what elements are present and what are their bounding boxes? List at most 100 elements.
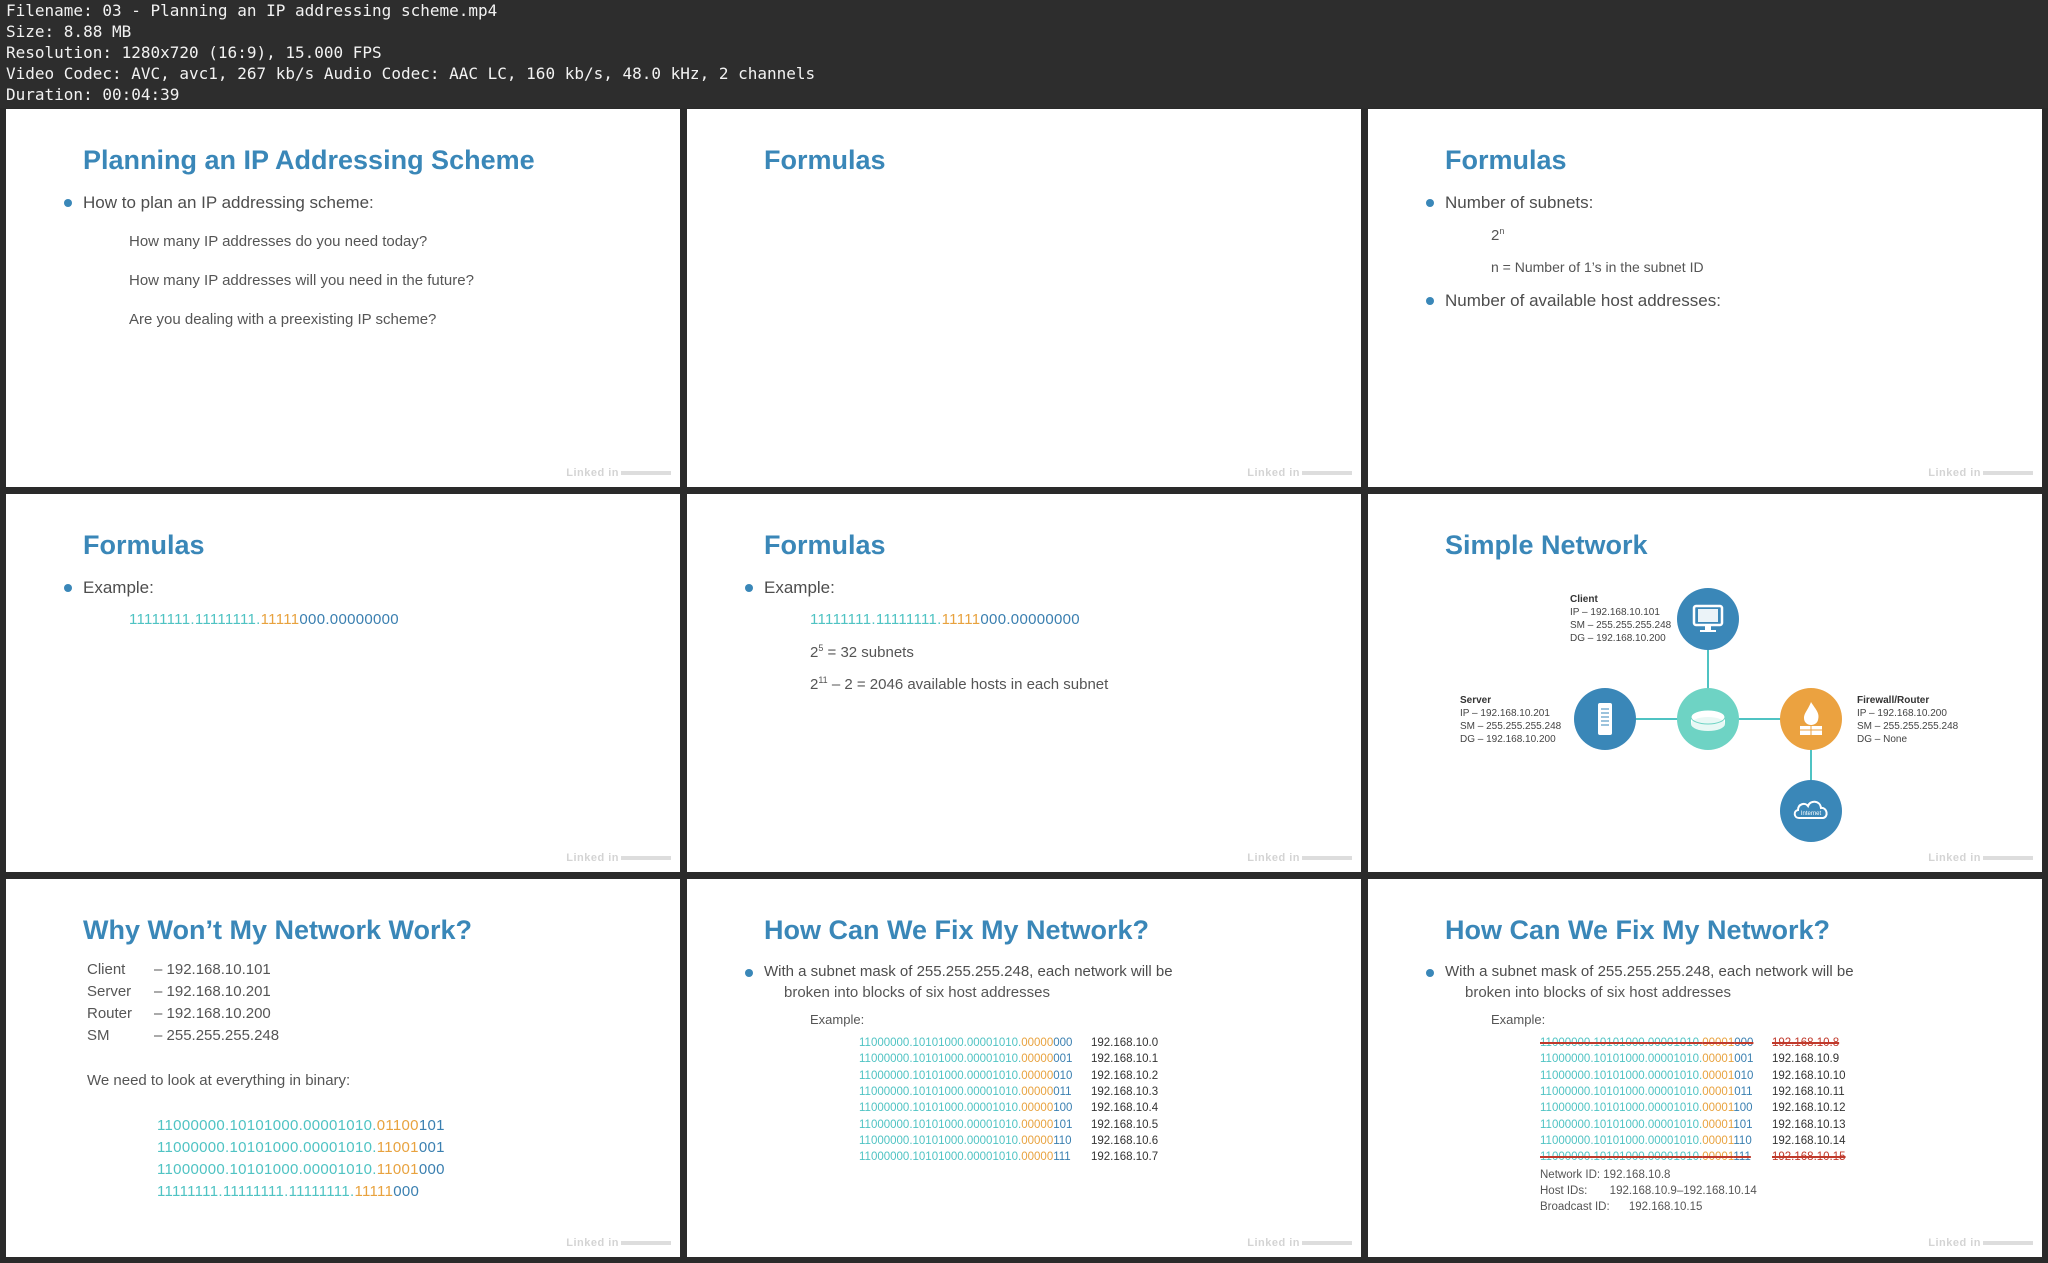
table-row: 11000000.10101000.00001010.00000100 192.1… [859, 1102, 1158, 1115]
bullet-text: With a subnet mask of 255.255.255.248, e… [1426, 963, 1854, 980]
codec-text: Video Codec: AVC, avc1, 267 kb/s Audio C… [6, 64, 816, 83]
slide-title: Formulas [1445, 145, 1567, 175]
slide-title: Why Won’t My Network Work? [83, 915, 473, 945]
thumbnail-3[interactable]: Formulas Number of subnets: 2n n = Numbe… [1368, 109, 2042, 487]
linkedin-logo: Linked in [566, 1237, 671, 1249]
size-text: Size: 8.88 MB [6, 22, 132, 41]
resolution-text: Resolution: 1280x720 (16:9), 15.000 FPS [6, 43, 382, 62]
linkedin-logo: Linked in [1928, 467, 2033, 479]
firewall-label: Firewall/Router IP – 192.168.10.200 SM – 2… [1857, 695, 1959, 745]
device-value: – 255.255.255.248 [154, 1027, 280, 1044]
table-row: 11000000.10101000.00001010.00001001 192.1… [1540, 1053, 1839, 1066]
firewall-icon [1780, 688, 1842, 750]
server-label: Server IP – 192.168.10.201 SM – 255.255.25… [1460, 695, 1562, 745]
binary-value: 11000000.10101000.00001010.00000011 [859, 1085, 1072, 1098]
table-row: 11000000.10101000.00001010.00001100 192.1… [1540, 1102, 1846, 1115]
binary-value: 11000000.10101000.00001010.00001100 [1540, 1102, 1753, 1115]
ip-value: 192.168.10.5 [1091, 1118, 1159, 1131]
ip-value: 192.168.10.15 [1772, 1151, 1846, 1164]
bullet-text: How to plan an IP addressing scheme: [64, 193, 374, 212]
thumbnail-7[interactable]: Why Won’t My Network Work? Client – 192.… [6, 879, 680, 1257]
table-row: 11000000.10101000.00001010.00001011 192.1… [1540, 1085, 1845, 1098]
server-icon [1574, 688, 1636, 750]
binary-row: 11000000.10101000.00001010.11001001 [157, 1139, 445, 1156]
binary-row: 11000000.10101000.00001010.11001000 [157, 1161, 445, 1178]
binary-mask: 11111111.11111111.11111000.00000000 [129, 611, 399, 628]
table-row: 11000000.10101000.00001010.00001111 192.1… [1540, 1151, 1846, 1164]
ip-value: 192.168.10.13 [1772, 1118, 1846, 1131]
binary-row: 11000000.10101000.00001010.01100101 [157, 1117, 445, 1134]
note-text: We need to look at everything in binary: [87, 1072, 351, 1089]
linkedin-logo: Linked in [1247, 467, 1352, 479]
linkedin-logo: Linked in [1928, 852, 2033, 864]
binary-value: 11000000.10101000.00001010.00000101 [859, 1118, 1073, 1131]
bullet-text-cont: broken into blocks of six host addresses [1465, 984, 1731, 1001]
device-row: Server [87, 983, 132, 1000]
slide-title: How Can We Fix My Network? [1445, 915, 1831, 945]
thumbnail-9[interactable]: How Can We Fix My Network? With a subnet… [1368, 879, 2042, 1257]
internet-cloud-icon: Internet [1780, 780, 1842, 842]
table-row: 11000000.10101000.00001010.00000001 192.1… [859, 1053, 1158, 1065]
binary-value: 11000000.10101000.00001010.00001011 [1540, 1085, 1753, 1098]
slide-title: Planning an IP Addressing Scheme [83, 145, 535, 175]
ip-value: 192.168.10.0 [1091, 1037, 1159, 1049]
binary-value: 11000000.10101000.00001010.00001101 [1540, 1118, 1753, 1131]
binary-value: 11000000.10101000.00001010.00001001 [1540, 1053, 1754, 1066]
thumbnail-1[interactable]: Planning an IP Addressing Scheme How to … [6, 109, 680, 487]
network-links [1605, 619, 1812, 804]
ip-value: 192.168.10.9 [1772, 1053, 1840, 1066]
table-row: 11000000.10101000.00001010.00001101 192.1… [1540, 1118, 1846, 1131]
duration-text: Duration: 00:04:39 [6, 85, 180, 104]
binary-value: 11000000.10101000.00001010.00000111 [859, 1151, 1071, 1164]
linkedin-logo: Linked in [566, 467, 671, 479]
binary-value: 11000000.10101000.00001010.00000100 [859, 1102, 1073, 1115]
table-row: 11000000.10101000.00001010.00001110 192.1… [1540, 1135, 1846, 1147]
bullet-text: Number of subnets: [1425, 193, 1594, 212]
bullet-text-cont: broken into blocks of six host addresses [784, 984, 1050, 1001]
table-row: 11000000.10101000.00001010.00000011 192.1… [859, 1085, 1158, 1098]
binary-value: 11000000.10101000.00001010.00001111 [1540, 1151, 1751, 1164]
list-item: How many IP addresses will you need in t… [129, 272, 474, 289]
table-row: 11000000.10101000.00001010.00000111 192.1… [859, 1151, 1158, 1164]
monitor-icon [1677, 588, 1739, 650]
file-info-header: Filename: 03 - Planning an IP addressing… [0, 0, 2048, 108]
thumbnail-8[interactable]: How Can We Fix My Network? With a subnet… [687, 879, 1361, 1257]
device-row: Client [87, 961, 126, 978]
list-item: How many IP addresses do you need today? [129, 233, 428, 250]
network-id: Network ID: 192.168.10.8 [1540, 1169, 1671, 1181]
device-row: SM [87, 1027, 110, 1044]
linkedin-logo: Linked in [1247, 852, 1352, 864]
device-value: – 192.168.10.101 [154, 961, 271, 978]
table-row: 11000000.10101000.00001010.00001010 192.1… [1540, 1069, 1846, 1082]
bullet-text: With a subnet mask of 255.255.255.248, e… [745, 963, 1173, 980]
thumbnail-6[interactable]: Simple Network Internet Client IP – 192.1… [1368, 494, 2042, 872]
ip-value: 192.168.10.4 [1091, 1102, 1159, 1115]
slide-title: Formulas [764, 145, 886, 175]
device-row: Router [87, 1005, 133, 1022]
thumbnail-2[interactable]: Formulas Linked in [687, 109, 1361, 487]
table-row: 11000000.10101000.00001010.00000010 192.1… [859, 1069, 1158, 1082]
slide-title: Formulas [83, 530, 205, 560]
thumbnail-5[interactable]: Formulas Example: 11111111.11111111.1111… [687, 494, 1361, 872]
example-label: Example: [1491, 1012, 1546, 1027]
table-row: 11000000.10101000.00001010.00000101 192.1… [859, 1118, 1158, 1131]
binary-value: 11000000.10101000.00001010.00001010 [1540, 1069, 1754, 1082]
binary-row: 11111111.11111111.11111111.11111000 [157, 1183, 420, 1200]
linkedin-logo: Linked in [566, 852, 671, 864]
svg-text:Internet: Internet [1801, 811, 1822, 817]
binary-value: 11000000.10101000.00001010.00000110 [859, 1134, 1072, 1147]
ip-value: 192.168.10.1 [1091, 1053, 1159, 1066]
bullet-text: Number of available host addresses: [1426, 291, 1721, 310]
slide-title: Formulas [764, 530, 886, 560]
device-value: – 192.168.10.201 [154, 983, 271, 1000]
list-item: Are you dealing with a preexisting IP sc… [129, 311, 437, 328]
linkedin-logo: Linked in [1928, 1237, 2033, 1249]
thumbnail-4[interactable]: Formulas Example: 11111111.11111111.1111… [6, 494, 680, 872]
ip-value: 192.168.10.3 [1091, 1085, 1159, 1098]
binary-value: 11000000.10101000.00001010.00001000 [1540, 1037, 1754, 1049]
table-row: 11000000.10101000.00001010.00000000 192.1… [859, 1037, 1158, 1049]
linkedin-logo: Linked in [1247, 1237, 1352, 1249]
host-ids: Host IDs: 192.168.10.9–192.168.10.14 [1540, 1185, 1757, 1197]
binary-value: 11000000.10101000.00001010.00000010 [859, 1069, 1073, 1082]
binary-value: 11000000.10101000.00001010.00000000 [859, 1037, 1073, 1049]
